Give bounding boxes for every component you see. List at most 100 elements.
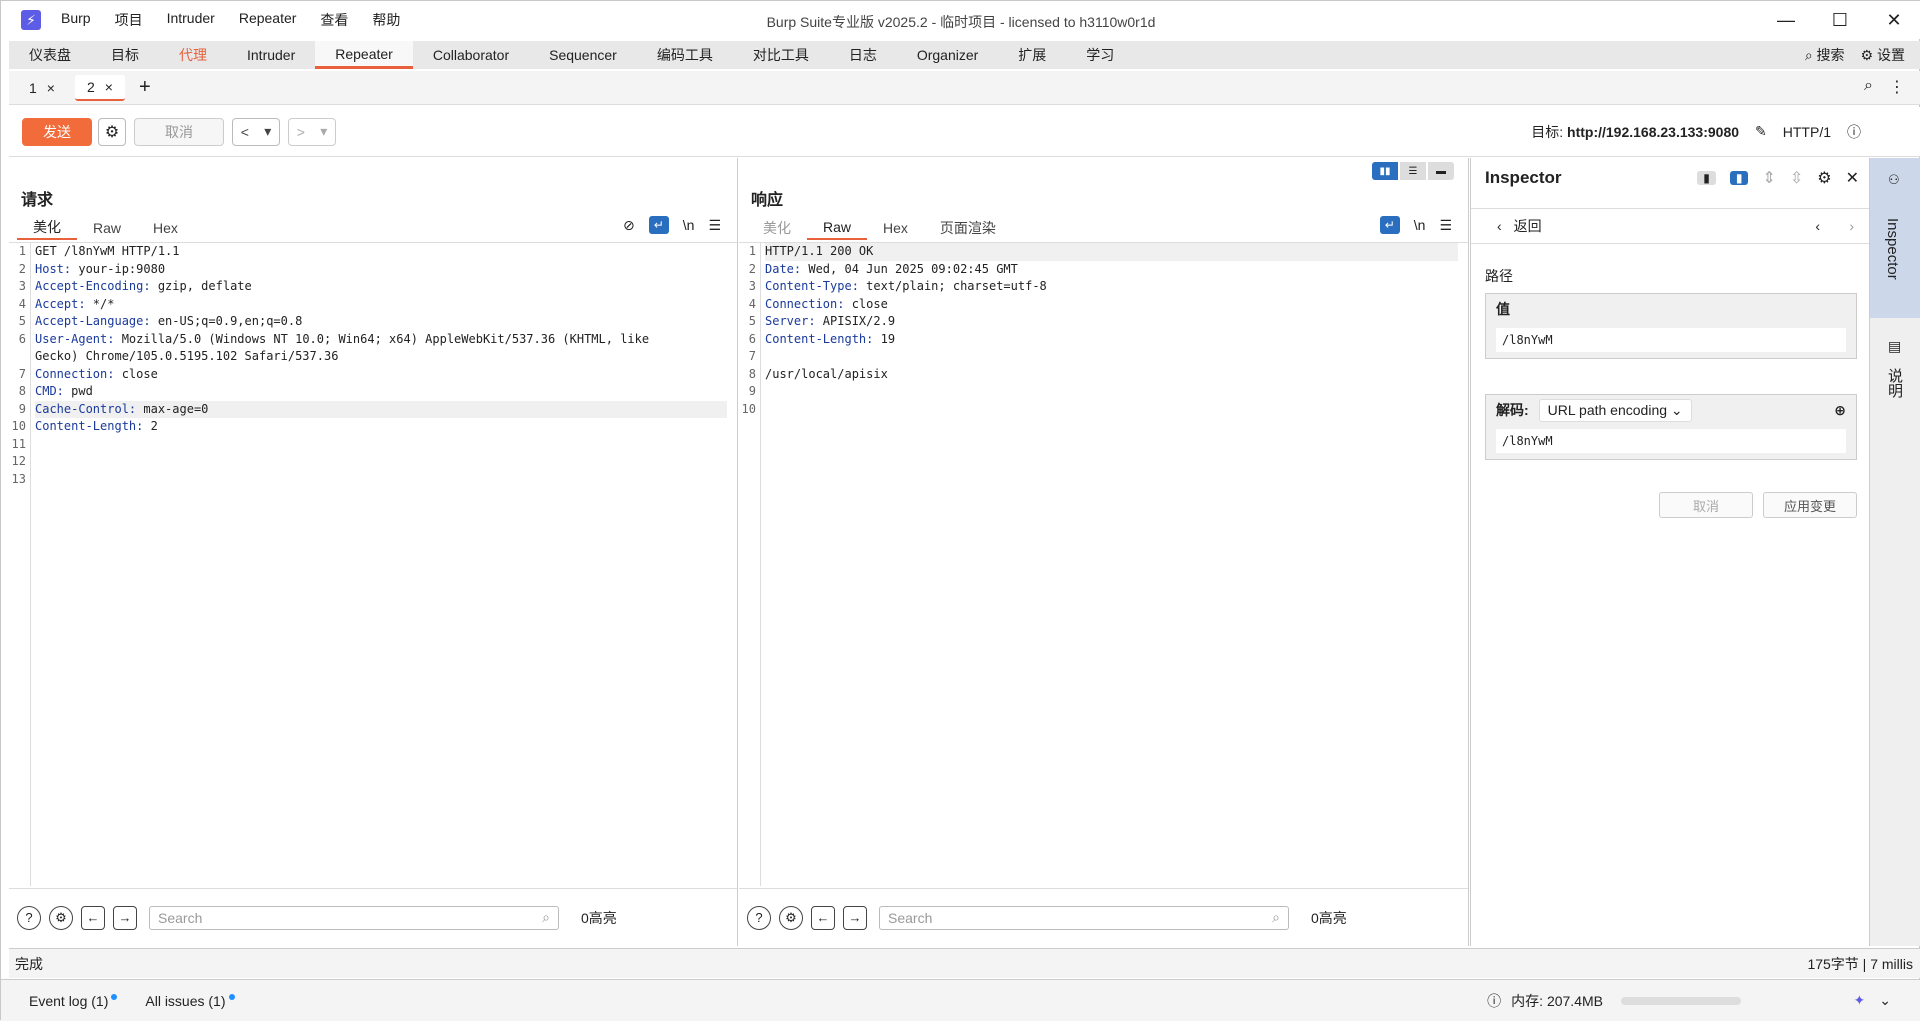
maximize-icon[interactable]: ☐ — [1813, 1, 1867, 39]
menu-icon[interactable]: ☰ — [1439, 217, 1452, 234]
close-icon[interactable]: ✕ — [1867, 1, 1920, 39]
tab-comparer[interactable]: 对比工具 — [733, 41, 829, 69]
help-icon[interactable]: ⓘ — [1847, 122, 1861, 142]
code-line[interactable]: Content-Length: 2 — [35, 418, 727, 436]
menu-repeater[interactable]: Repeater — [239, 10, 297, 30]
code-line[interactable] — [35, 453, 727, 471]
request-tab-hex[interactable]: Hex — [137, 216, 194, 240]
request-code[interactable]: GET /l8nYwM HTTP/1.1 Host: your-ip:9080 Ac… — [35, 243, 727, 488]
apply-changes-button[interactable]: 应用变更 — [1763, 492, 1857, 518]
layout-active-icon[interactable]: ▮ — [1729, 171, 1749, 185]
single-pane-icon[interactable]: ▬ — [1428, 162, 1454, 180]
edit-target-icon[interactable]: ✎ — [1755, 123, 1767, 140]
gear-icon[interactable]: ⚙ — [779, 905, 803, 930]
menu-icon[interactable]: ☰ — [708, 217, 721, 234]
split-horizontal-icon[interactable]: ▮▮ — [1372, 162, 1398, 180]
code-line[interactable]: CMD: pwd — [35, 383, 727, 401]
decode-select[interactable]: URL path encoding ⌄ — [1538, 398, 1692, 422]
chevron-right-icon[interactable]: › — [1849, 218, 1854, 234]
response-tab-pretty[interactable]: 美化 — [747, 216, 807, 240]
history-back-button[interactable]: < ▾ — [232, 117, 280, 146]
tab-repeater[interactable]: Repeater — [315, 41, 413, 69]
gear-icon[interactable]: ⚙ — [49, 905, 73, 930]
tab-intruder[interactable]: Intruder — [227, 41, 315, 69]
add-tab-icon[interactable]: + — [139, 76, 151, 99]
dropdown-icon[interactable]: ▾ — [264, 123, 271, 140]
close-icon[interactable]: ✕ — [1846, 168, 1859, 188]
close-tab-icon[interactable]: × — [47, 80, 55, 96]
repeater-tab-2[interactable]: 2 × — [74, 74, 125, 101]
info-icon[interactable]: ⓘ — [1487, 991, 1501, 1011]
tab-logger[interactable]: 日志 — [829, 41, 897, 69]
gear-icon[interactable]: ⚙ — [1817, 168, 1831, 188]
add-circle-icon[interactable]: ⊕ — [1834, 402, 1846, 419]
close-tab-icon[interactable]: × — [105, 79, 113, 95]
back-button[interactable]: 返回 — [1514, 216, 1542, 236]
tab-target[interactable]: 目标 — [91, 41, 159, 69]
code-line[interactable]: Gecko) Chrome/105.0.5195.102 Safari/537.… — [35, 348, 727, 366]
menu-burp[interactable]: Burp — [61, 10, 91, 30]
decoded-field[interactable]: /l8nYwM — [1496, 429, 1846, 453]
inspector-cancel-button[interactable]: 取消 — [1659, 492, 1753, 518]
arrow-left-icon[interactable]: ← — [81, 905, 105, 930]
tab-proxy[interactable]: 代理 — [159, 41, 227, 69]
menu-view[interactable]: 查看 — [320, 10, 348, 30]
code-line[interactable]: Host: your-ip:9080 — [35, 261, 727, 279]
arrow-right-icon[interactable]: → — [113, 905, 137, 930]
tab-extensions[interactable]: 扩展 — [998, 41, 1066, 69]
tab-organizer[interactable]: Organizer — [897, 41, 998, 69]
tab-learn[interactable]: 学习 — [1066, 41, 1134, 69]
code-line[interactable]: Content-Type: text/plain; charset=utf-8 — [765, 278, 1458, 296]
code-line[interactable] — [765, 401, 1458, 419]
history-forward-button[interactable]: > ▾ — [288, 117, 336, 146]
code-line[interactable]: Accept-Language: en-US;q=0.9,en;q=0.8 — [35, 313, 727, 331]
code-line[interactable] — [765, 348, 1458, 366]
send-button[interactable]: 发送 — [22, 117, 92, 146]
all-issues-button[interactable]: All issues (1) — [145, 993, 235, 1009]
request-search-input[interactable]: Search ⌕ — [149, 905, 559, 930]
request-editor[interactable]: 1 2 3 4 5 6 7 8 9 10 11 12 13 GET /l8nYwM HTTP/1.1 Ho… — [9, 242, 737, 886]
chevron-left-icon[interactable]: ‹ — [1815, 218, 1820, 234]
ai-sparkle-icon[interactable]: ✦ — [1854, 992, 1866, 1009]
response-tab-render[interactable]: 页面渲染 — [924, 216, 1012, 240]
code-line[interactable]: HTTP/1.1 200 OK — [765, 243, 1458, 261]
minimize-icon[interactable]: — — [1759, 1, 1813, 39]
code-line[interactable]: Server: APISIX/2.9 — [765, 313, 1458, 331]
layout-icon[interactable]: ▮ — [1697, 171, 1716, 185]
hide-nonprintable-icon[interactable]: ⊘ — [623, 217, 635, 234]
response-code[interactable]: HTTP/1.1 200 OK Date: Wed, 04 Jun 2025 09… — [765, 243, 1458, 418]
tab-collaborator[interactable]: Collaborator — [413, 41, 529, 69]
global-search-button[interactable]: ⌕ 搜索 — [1805, 45, 1845, 65]
global-settings-button[interactable]: ⚙ 设置 — [1861, 45, 1905, 65]
side-tab-inspector[interactable]: ⚇ Inspector — [1870, 158, 1920, 318]
collapse-icon[interactable]: ⇳ — [1790, 168, 1803, 188]
protocol-toggle[interactable]: HTTP/1 — [1783, 124, 1831, 140]
code-line[interactable] — [765, 383, 1458, 401]
code-line[interactable]: GET /l8nYwM HTTP/1.1 — [35, 243, 727, 261]
value-field[interactable]: /l8nYwM — [1496, 328, 1846, 352]
expand-icon[interactable]: ⇕ — [1762, 168, 1775, 188]
send-settings-button[interactable]: ⚙ — [98, 117, 126, 146]
menu-help[interactable]: 帮助 — [372, 10, 400, 30]
word-wrap-icon[interactable]: ↵ — [648, 216, 669, 234]
tab-dashboard[interactable]: 仪表盘 — [9, 41, 91, 69]
request-tab-raw[interactable]: Raw — [77, 216, 137, 240]
newline-icon[interactable]: \n — [683, 217, 695, 233]
code-line[interactable]: Content-Length: 19 — [765, 331, 1458, 349]
code-line[interactable]: Accept-Encoding: gzip, deflate — [35, 278, 727, 296]
code-line[interactable]: Connection: close — [765, 296, 1458, 314]
code-line[interactable]: User-Agent: Mozilla/5.0 (Windows NT 10.0… — [35, 331, 727, 349]
repeater-tab-1[interactable]: 1 × — [17, 75, 67, 101]
tab-search-icon[interactable]: ⌕ — [1864, 77, 1873, 97]
code-line[interactable]: Accept: */* — [35, 296, 727, 314]
response-editor[interactable]: 1 2 3 4 5 6 7 8 9 10 HTTP/1.1 200 OK Date: Wed, 04… — [739, 242, 1468, 886]
help-icon[interactable]: ? — [17, 905, 41, 930]
arrow-left-icon[interactable]: ← — [811, 905, 835, 930]
dropdown-icon[interactable]: ▾ — [320, 123, 327, 140]
response-search-input[interactable]: Search ⌕ — [879, 905, 1289, 930]
menu-project[interactable]: 项目 — [115, 10, 143, 30]
help-icon[interactable]: ? — [747, 905, 771, 930]
word-wrap-icon[interactable]: ↵ — [1379, 216, 1400, 234]
cancel-button[interactable]: 取消 — [134, 117, 224, 146]
request-tab-pretty[interactable]: 美化 — [17, 216, 77, 240]
